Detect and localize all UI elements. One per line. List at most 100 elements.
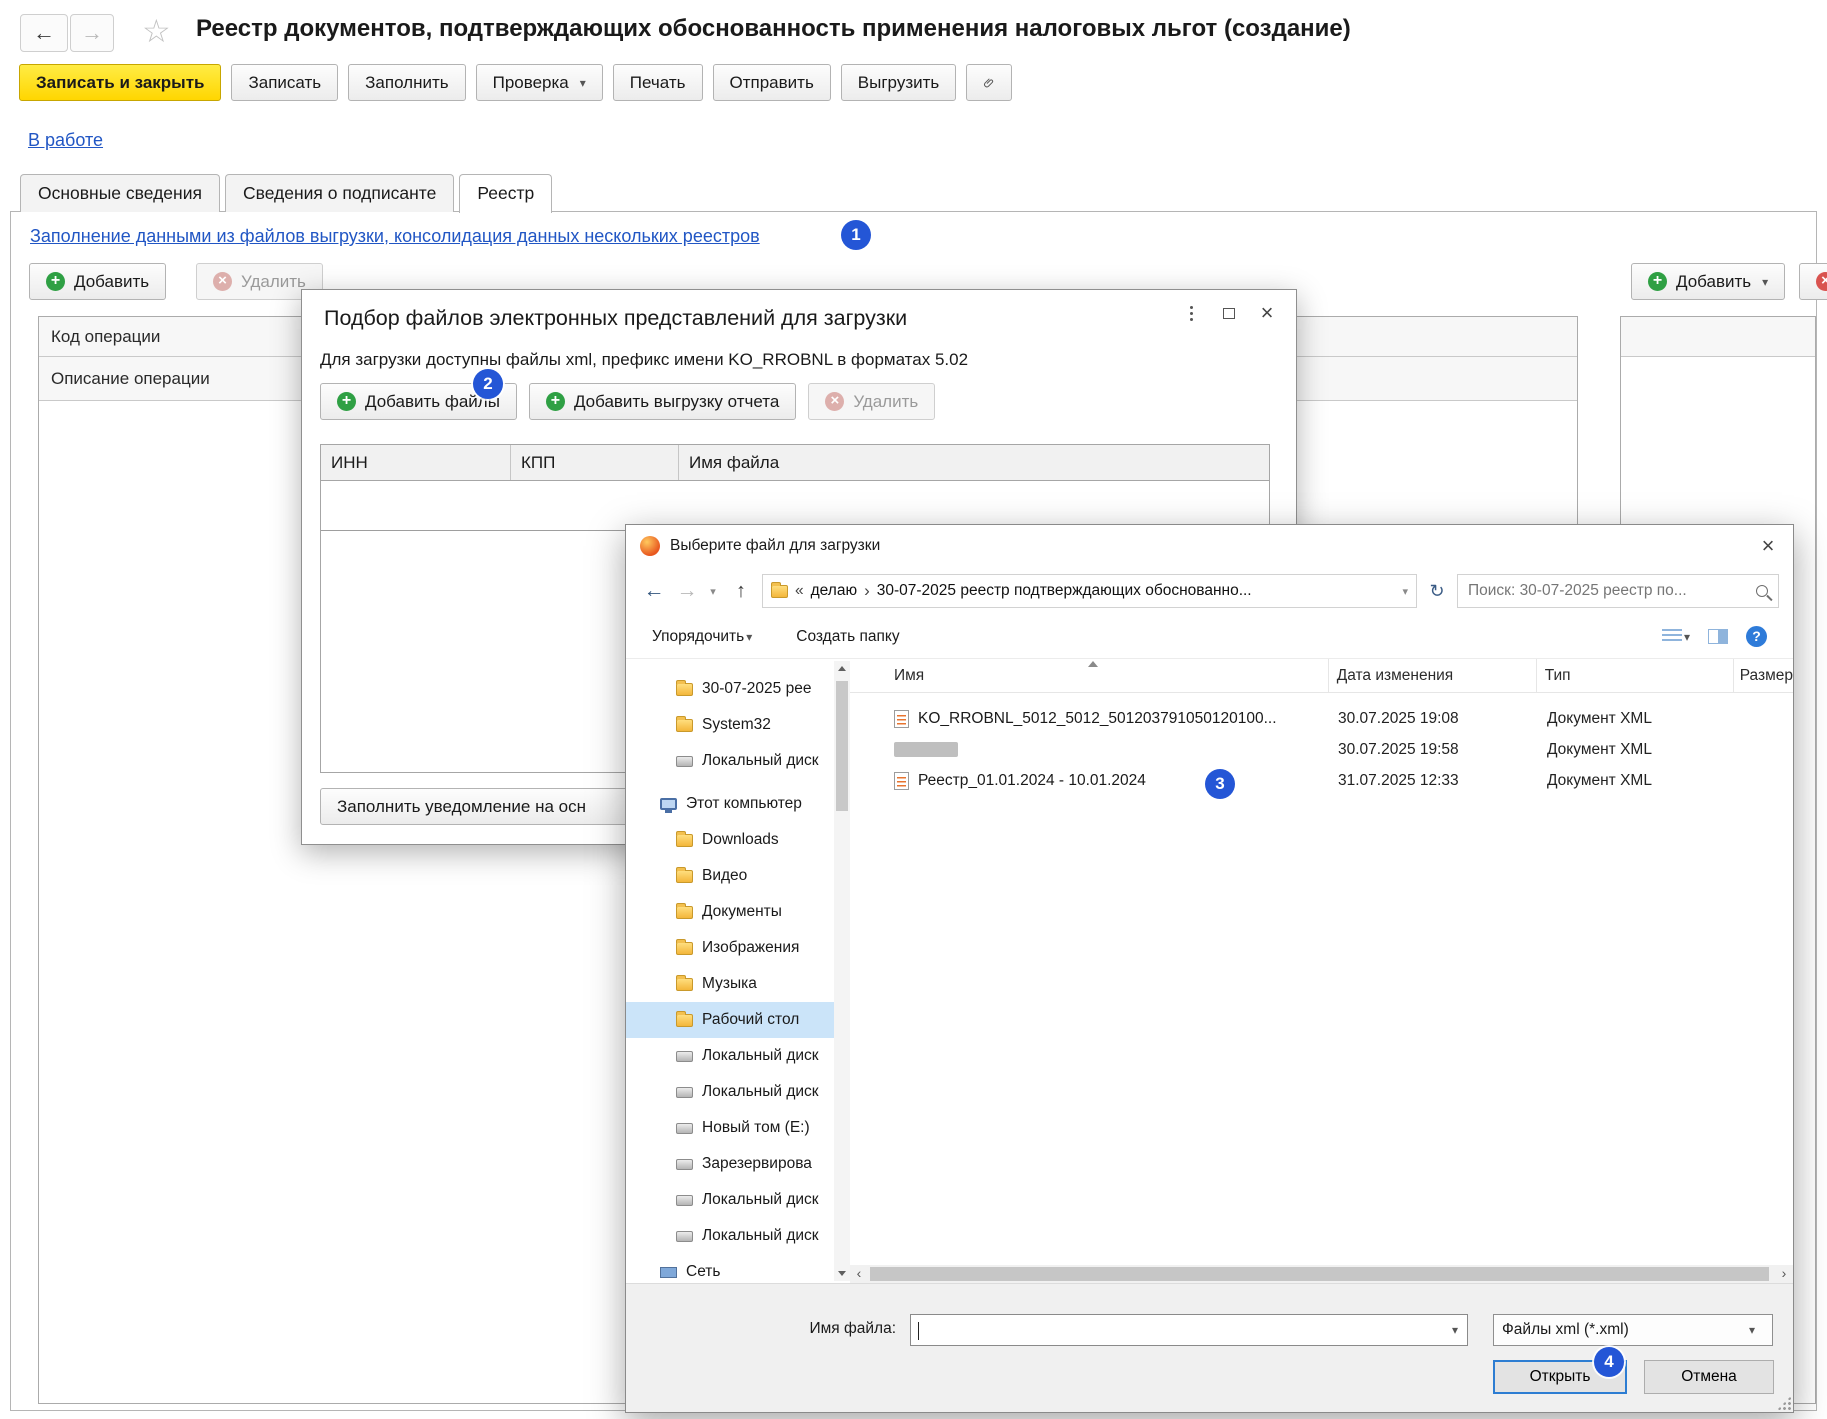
sidebar-item-drive[interactable]: Локальный диск [626, 1074, 834, 1110]
column-size[interactable]: Размер [1733, 659, 1793, 692]
file-type-select[interactable]: Файлы xml (*.xml) [1493, 1314, 1773, 1346]
send-button[interactable]: Отправить [713, 64, 831, 101]
search-box[interactable]: Поиск: 30-07-2025 реестр по... [1457, 574, 1779, 608]
tab-main-info[interactable]: Основные сведения [20, 174, 220, 212]
picker-window-controls [1172, 298, 1286, 328]
nav-forward-button[interactable] [675, 579, 699, 603]
picker-table-header: ИНН КПП Имя файла [320, 444, 1270, 481]
file-row[interactable]: KO_RROBNL_5012_5012_501203791050120100..… [850, 703, 1793, 734]
file-type-value: Файлы xml (*.xml) [1502, 1321, 1740, 1339]
unload-label: Выгрузить [858, 73, 939, 93]
open-dialog-title: Выберите файл для загрузки [670, 537, 880, 555]
right-panel-delete-button[interactable] [1799, 263, 1827, 300]
picker-delete-button[interactable]: Удалить [808, 383, 935, 420]
preview-pane-icon [1708, 629, 1728, 644]
add-report-label: Добавить выгрузку отчета [574, 392, 779, 412]
resize-grip[interactable] [1777, 1396, 1791, 1410]
sidebar-item-drive[interactable]: Локальный диск [626, 1218, 834, 1254]
filename-dropdown-icon[interactable] [1443, 1323, 1467, 1337]
text-caret [918, 1322, 919, 1340]
tab-signer-info[interactable]: Сведения о подписанте [225, 174, 454, 212]
plus-circle-icon [546, 392, 565, 411]
column-kpp[interactable]: КПП [511, 445, 679, 480]
column-date-modified[interactable]: Дата изменения [1328, 659, 1536, 692]
filename-input[interactable] [911, 1315, 1443, 1345]
maximize-icon [1223, 308, 1235, 319]
favorite-star-icon[interactable] [142, 12, 171, 50]
column-type[interactable]: Тип [1536, 659, 1733, 692]
sort-indicator-icon[interactable] [1088, 661, 1098, 667]
sidebar-item-label: Видео [702, 867, 747, 885]
file-row[interactable]: Реестр_01.01.2024 - 10.01.2024 31.07.202… [850, 765, 1793, 796]
refresh-button[interactable] [1424, 581, 1450, 602]
tab-bar: Основные сведения Сведения о подписанте … [20, 174, 552, 212]
open-dialog-close-button[interactable] [1743, 525, 1793, 567]
status-link[interactable]: В работе [28, 130, 103, 151]
registry-add-button[interactable]: Добавить [29, 263, 166, 300]
cancel-button[interactable]: Отмена [1644, 1360, 1774, 1394]
scroll-down-icon[interactable] [838, 1271, 846, 1276]
organize-menu-button[interactable]: Упорядочить [652, 628, 752, 646]
save-and-close-button[interactable]: Записать и закрыть [19, 64, 221, 101]
more-menu-button[interactable] [1172, 298, 1210, 328]
address-dropdown-icon[interactable] [1402, 585, 1408, 598]
sidebar-item-this-pc[interactable]: Этот компьютер [626, 786, 834, 822]
change-view-button[interactable] [1662, 629, 1690, 644]
sidebar-item-folder[interactable]: 30-07-2025 рее [626, 671, 834, 707]
address-bar[interactable]: делаю 30-07-2025 реестр подтверждающих о… [762, 574, 1417, 608]
breadcrumb-root[interactable]: делаю [811, 582, 857, 600]
fill-button[interactable]: Заполнить [348, 64, 465, 101]
new-folder-button[interactable]: Создать папку [796, 628, 899, 646]
back-button[interactable] [20, 14, 68, 52]
sidebar-item-label: Локальный диск [702, 1083, 819, 1101]
breadcrumb-collapse-icon[interactable] [795, 582, 804, 600]
horizontal-scrollbar[interactable] [850, 1265, 1793, 1283]
check-menu-button[interactable]: Проверка [476, 64, 603, 101]
nav-back-button[interactable] [640, 579, 668, 603]
file-name: KO_RROBNL_5012_5012_501203791050120100..… [918, 710, 1277, 728]
close-button[interactable] [1248, 298, 1286, 328]
preview-pane-button[interactable] [1708, 629, 1728, 644]
print-button[interactable]: Печать [613, 64, 703, 101]
sidebar-item-documents[interactable]: Документы [626, 894, 834, 930]
sidebar-item-folder[interactable]: System32 [626, 707, 834, 743]
sidebar-item-videos[interactable]: Видео [626, 858, 834, 894]
fill-notification-button[interactable]: Заполнить уведомление на осн [320, 788, 665, 825]
forward-button[interactable] [70, 14, 114, 52]
sidebar-item-pictures[interactable]: Изображения [626, 930, 834, 966]
nav-history-chevron-icon[interactable] [706, 585, 720, 598]
sidebar-item-network[interactable]: Сеть [626, 1254, 834, 1283]
add-report-export-button[interactable]: Добавить выгрузку отчета [529, 383, 796, 420]
disk-icon [676, 1123, 693, 1134]
sidebar-item-drive[interactable]: Локальный диск [626, 1038, 834, 1074]
tab-register[interactable]: Реестр [459, 174, 552, 213]
scroll-left-icon[interactable] [850, 1265, 868, 1283]
scroll-right-icon[interactable] [1775, 1265, 1793, 1283]
right-panel-add-button[interactable]: Добавить [1631, 263, 1785, 300]
sidebar-item-label: Downloads [702, 831, 779, 849]
tree-scrollbar[interactable] [834, 661, 850, 1281]
sidebar-item-drive[interactable]: Локальный диск [626, 743, 834, 779]
column-filename[interactable]: Имя файла [679, 445, 1269, 480]
sidebar-item-label: Локальный диск [702, 1227, 819, 1245]
sidebar-item-desktop[interactable]: Рабочий стол [626, 1002, 834, 1038]
sidebar-item-drive[interactable]: Зарезервирова [626, 1146, 834, 1182]
scrollbar-thumb[interactable] [836, 681, 848, 811]
column-inn[interactable]: ИНН [321, 445, 511, 480]
sidebar-item-drive[interactable]: Локальный диск [626, 1182, 834, 1218]
row-label: Код операции [51, 327, 160, 347]
save-button[interactable]: Записать [231, 64, 338, 101]
file-row[interactable]: 30.07.2025 19:58 Документ XML [850, 734, 1793, 765]
attachments-button[interactable] [966, 64, 1012, 101]
sidebar-item-downloads[interactable]: Downloads [626, 822, 834, 858]
sidebar-item-drive[interactable]: Новый том (E:) [626, 1110, 834, 1146]
nav-up-button[interactable] [727, 580, 755, 603]
scrollbar-thumb[interactable] [870, 1267, 1769, 1281]
sidebar-item-music[interactable]: Музыка [626, 966, 834, 1002]
breadcrumb-folder[interactable]: 30-07-2025 реестр подтверждающих обоснов… [877, 582, 1252, 600]
maximize-button[interactable] [1210, 298, 1248, 328]
unload-button[interactable]: Выгрузить [841, 64, 956, 101]
fill-from-files-link[interactable]: Заполнение данными из файлов выгрузки, к… [30, 226, 760, 247]
help-button[interactable] [1746, 626, 1767, 647]
scroll-up-icon[interactable] [838, 666, 846, 671]
